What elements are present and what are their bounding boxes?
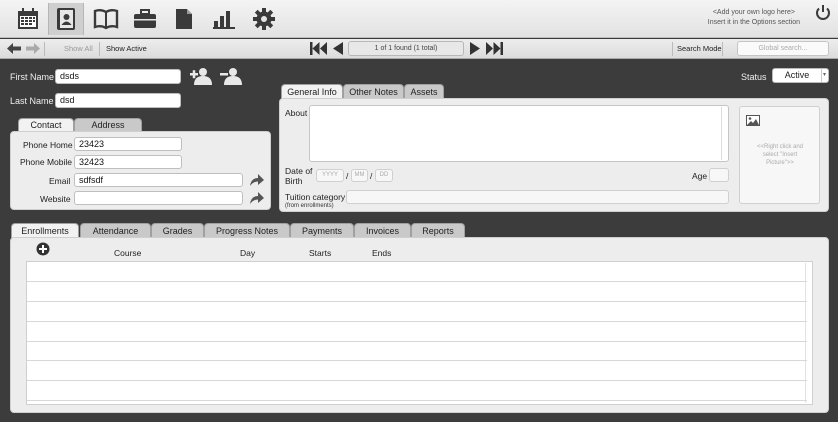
first-record-icon[interactable] bbox=[310, 42, 328, 57]
bar-chart-icon[interactable] bbox=[206, 3, 242, 35]
picture-container[interactable]: <<Right click and select "Insert Picture… bbox=[739, 106, 820, 204]
separator bbox=[672, 42, 673, 56]
age-field bbox=[709, 168, 729, 182]
tab-grades[interactable]: Grades bbox=[151, 223, 204, 238]
dob-day-field[interactable]: DD bbox=[375, 169, 393, 182]
tab-general-info[interactable]: General Info bbox=[281, 84, 343, 99]
first-name-field[interactable]: dsds bbox=[55, 69, 181, 84]
email-field[interactable]: sdfsdf bbox=[74, 173, 243, 187]
book-icon[interactable] bbox=[88, 3, 124, 35]
tab-contact[interactable]: Contact bbox=[18, 118, 74, 132]
add-enrollment-icon[interactable] bbox=[36, 242, 50, 258]
dob-label-line-2: Birth bbox=[285, 176, 303, 186]
top-toolbar: <Add your own logo here> Insert it in th… bbox=[0, 0, 838, 38]
scrollbar[interactable] bbox=[721, 107, 727, 160]
dob-month-field[interactable]: MM bbox=[351, 169, 368, 182]
previous-record-icon[interactable] bbox=[332, 42, 344, 57]
column-header-ends: Ends bbox=[372, 248, 392, 258]
separator bbox=[821, 69, 822, 82]
dob-label-line-1: Date of bbox=[285, 166, 313, 176]
tab-other-notes[interactable]: Other Notes bbox=[343, 84, 404, 99]
email-label: Email bbox=[49, 176, 71, 186]
tab-assets[interactable]: Assets bbox=[404, 84, 444, 99]
table-row[interactable] bbox=[27, 281, 807, 282]
dob-label: Date of Birth bbox=[285, 166, 312, 186]
global-search-input[interactable]: Global search... bbox=[737, 41, 829, 56]
dob-separator: / bbox=[346, 171, 349, 181]
table-row[interactable] bbox=[27, 301, 807, 302]
phone-home-field[interactable]: 23423 bbox=[74, 137, 182, 151]
send-email-icon[interactable] bbox=[249, 174, 264, 188]
logo-line-2: Insert it in the Options section bbox=[707, 19, 800, 26]
column-header-starts: Starts bbox=[309, 248, 332, 258]
picture-hint: <<Right click and select "Insert Picture… bbox=[756, 144, 804, 166]
chevron-down-icon: ▾ bbox=[823, 72, 827, 78]
image-icon bbox=[746, 115, 760, 128]
back-arrow-icon[interactable] bbox=[7, 43, 21, 56]
logo-placeholder: <Add your own logo here> Insert it in th… bbox=[708, 8, 800, 28]
document-icon[interactable] bbox=[166, 3, 202, 35]
age-label: Age bbox=[692, 171, 708, 181]
last-name-field[interactable]: dsd bbox=[55, 93, 181, 108]
show-all-button[interactable]: Show All bbox=[64, 44, 93, 53]
calendar-icon[interactable] bbox=[10, 3, 46, 35]
tuition-category-field bbox=[346, 190, 729, 204]
add-person-icon[interactable] bbox=[190, 67, 212, 87]
tab-address[interactable]: Address bbox=[74, 118, 142, 132]
first-name-label: First Name bbox=[10, 72, 55, 82]
separator bbox=[722, 42, 723, 56]
separator bbox=[44, 42, 45, 56]
tab-payments[interactable]: Payments bbox=[290, 223, 354, 238]
enrollments-list[interactable] bbox=[26, 261, 813, 405]
tuition-category-label: Tuition category bbox=[285, 192, 346, 202]
forward-arrow-icon[interactable] bbox=[26, 43, 40, 56]
tab-reports[interactable]: Reports bbox=[411, 223, 465, 238]
phone-home-label: Phone Home bbox=[23, 140, 73, 150]
last-name-label: Last Name bbox=[10, 96, 54, 106]
column-header-day: Day bbox=[240, 248, 256, 258]
table-row[interactable] bbox=[27, 380, 807, 381]
separator bbox=[99, 42, 100, 56]
contacts-icon[interactable] bbox=[48, 3, 84, 35]
about-label: About bbox=[285, 108, 308, 118]
status-label: Status bbox=[741, 72, 767, 82]
show-active-button[interactable]: Show Active bbox=[106, 44, 147, 53]
phone-mobile-field[interactable]: 32423 bbox=[74, 155, 182, 169]
tuition-category-sublabel: (from enrollments) bbox=[285, 203, 334, 209]
table-row[interactable] bbox=[27, 400, 807, 401]
last-record-icon[interactable] bbox=[485, 42, 503, 57]
tab-progress-notes[interactable]: Progress Notes bbox=[204, 223, 290, 238]
phone-mobile-label: Phone Mobile bbox=[20, 157, 72, 167]
scrollbar[interactable] bbox=[805, 263, 811, 403]
status-select[interactable]: Active ▾ bbox=[772, 68, 829, 83]
tab-invoices[interactable]: Invoices bbox=[354, 223, 411, 238]
tab-attendance[interactable]: Attendance bbox=[80, 223, 151, 238]
record-nav-bar: Show All Show Active 1 of 1 found (1 tot… bbox=[0, 39, 838, 59]
column-header-course: Course bbox=[114, 248, 142, 258]
website-label: Website bbox=[40, 194, 71, 204]
about-textarea[interactable] bbox=[309, 105, 729, 162]
table-row[interactable] bbox=[27, 321, 807, 322]
tab-enrollments[interactable]: Enrollments bbox=[11, 223, 79, 238]
power-icon[interactable] bbox=[814, 4, 832, 24]
briefcase-icon[interactable] bbox=[127, 3, 163, 35]
dob-year-field[interactable]: YYYY bbox=[316, 169, 344, 182]
dob-separator: / bbox=[370, 171, 373, 181]
remove-person-icon[interactable] bbox=[220, 67, 242, 87]
table-row[interactable] bbox=[27, 341, 807, 342]
search-mode-button[interactable]: Search Mode bbox=[677, 44, 722, 53]
logo-line-1: <Add your own logo here> bbox=[712, 9, 795, 16]
status-value: Active bbox=[784, 70, 810, 80]
record-counter: 1 of 1 found (1 total) bbox=[348, 41, 464, 56]
next-record-icon[interactable] bbox=[469, 42, 481, 57]
table-row[interactable] bbox=[27, 360, 807, 361]
open-website-icon[interactable] bbox=[249, 192, 264, 206]
website-field[interactable] bbox=[74, 191, 243, 205]
gear-icon[interactable] bbox=[246, 3, 282, 35]
